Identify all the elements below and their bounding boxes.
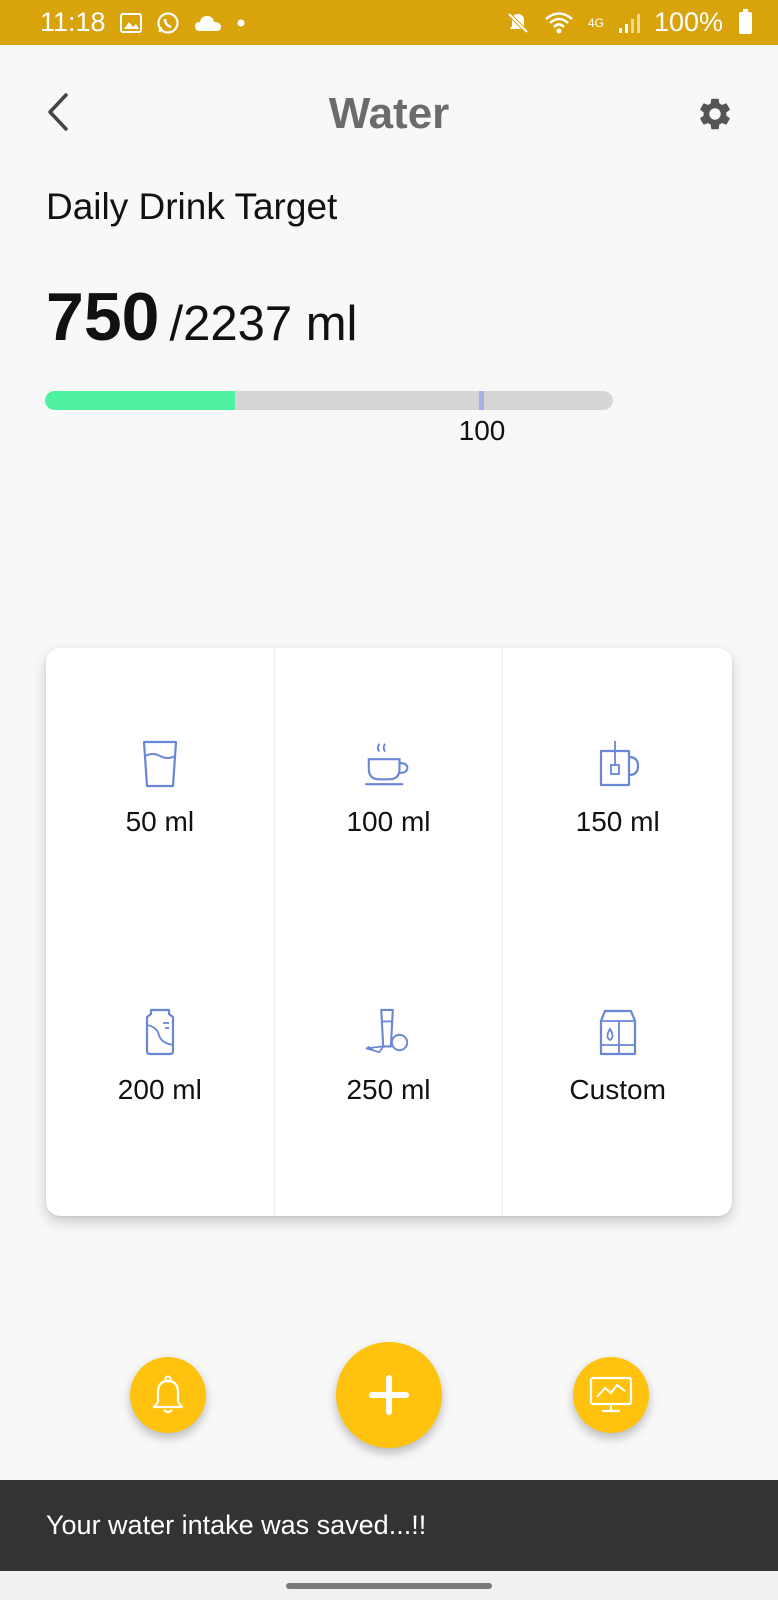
glass-icon (136, 738, 184, 790)
soda-can-icon (136, 1006, 184, 1058)
plus-icon (369, 1375, 409, 1415)
statistics-button[interactable] (573, 1357, 649, 1433)
progress-marker (479, 391, 484, 410)
page-title: Water (328, 89, 450, 138)
whatsapp-icon (156, 11, 180, 35)
coffee-cup-icon (364, 738, 412, 790)
cup-label: Custom (569, 1074, 666, 1105)
gear-icon (700, 98, 730, 130)
cup-option-200[interactable]: 200 ml (46, 932, 275, 1216)
intake-progress-bar (45, 391, 613, 410)
network-label: 4G (587, 15, 604, 30)
cup-label: 200 ml (117, 1074, 202, 1105)
gallery-icon (119, 12, 142, 33)
battery-icon (739, 8, 752, 34)
status-time: 11:18 (40, 7, 106, 37)
network-type: 4G (588, 17, 604, 29)
mute-icon (506, 11, 530, 35)
progress-marker-label: 100 (458, 415, 506, 446)
status-left: 11:18 (40, 7, 246, 38)
system-nav-bar (0, 1571, 778, 1600)
cup-label: 150 ml (575, 806, 660, 837)
status-bar: 11:18 4G 100% (0, 0, 778, 45)
cup-label: 50 ml (125, 806, 195, 837)
snackbar-message: Your water intake was saved...!! (46, 1510, 427, 1540)
chart-monitor-icon (589, 1376, 633, 1413)
cup-option-100[interactable]: 100 ml (275, 648, 504, 932)
juice-icon (364, 1006, 412, 1058)
signal-icon (618, 12, 640, 34)
tea-mug-icon (594, 738, 642, 790)
settings-button[interactable] (693, 92, 737, 136)
bell-icon (152, 1375, 184, 1414)
home-handle[interactable] (286, 1583, 492, 1589)
status-right: 4G 100% (506, 7, 752, 38)
reminder-button[interactable] (130, 1357, 206, 1433)
intake-summary: 750 /2237 ml (46, 278, 357, 356)
cup-option-150[interactable]: 150 ml (503, 648, 732, 932)
battery-percent: 100% (653, 7, 723, 37)
cup-option-custom[interactable]: Custom (503, 932, 732, 1216)
cup-label: 100 ml (346, 806, 431, 837)
milk-carton-icon (594, 1006, 642, 1058)
snackbar: Your water intake was saved...!! (0, 1480, 778, 1571)
cup-label: 250 ml (346, 1074, 431, 1105)
intake-progress-fill (45, 391, 236, 410)
cup-option-250[interactable]: 250 ml (275, 932, 504, 1216)
cup-size-grid: 50 ml 100 ml 150 ml 200 ml 250 ml Custom (46, 648, 732, 1216)
intake-target: /2237 ml (169, 297, 358, 351)
add-water-button[interactable] (336, 1342, 442, 1448)
cloud-icon (194, 14, 222, 32)
intake-current: 750 (46, 279, 160, 355)
wifi-icon (544, 11, 574, 35)
app-header: Water (0, 45, 778, 180)
cup-option-50[interactable]: 50 ml (46, 648, 275, 932)
dot-icon (236, 18, 246, 28)
daily-target-label: Daily Drink Target (46, 186, 338, 227)
